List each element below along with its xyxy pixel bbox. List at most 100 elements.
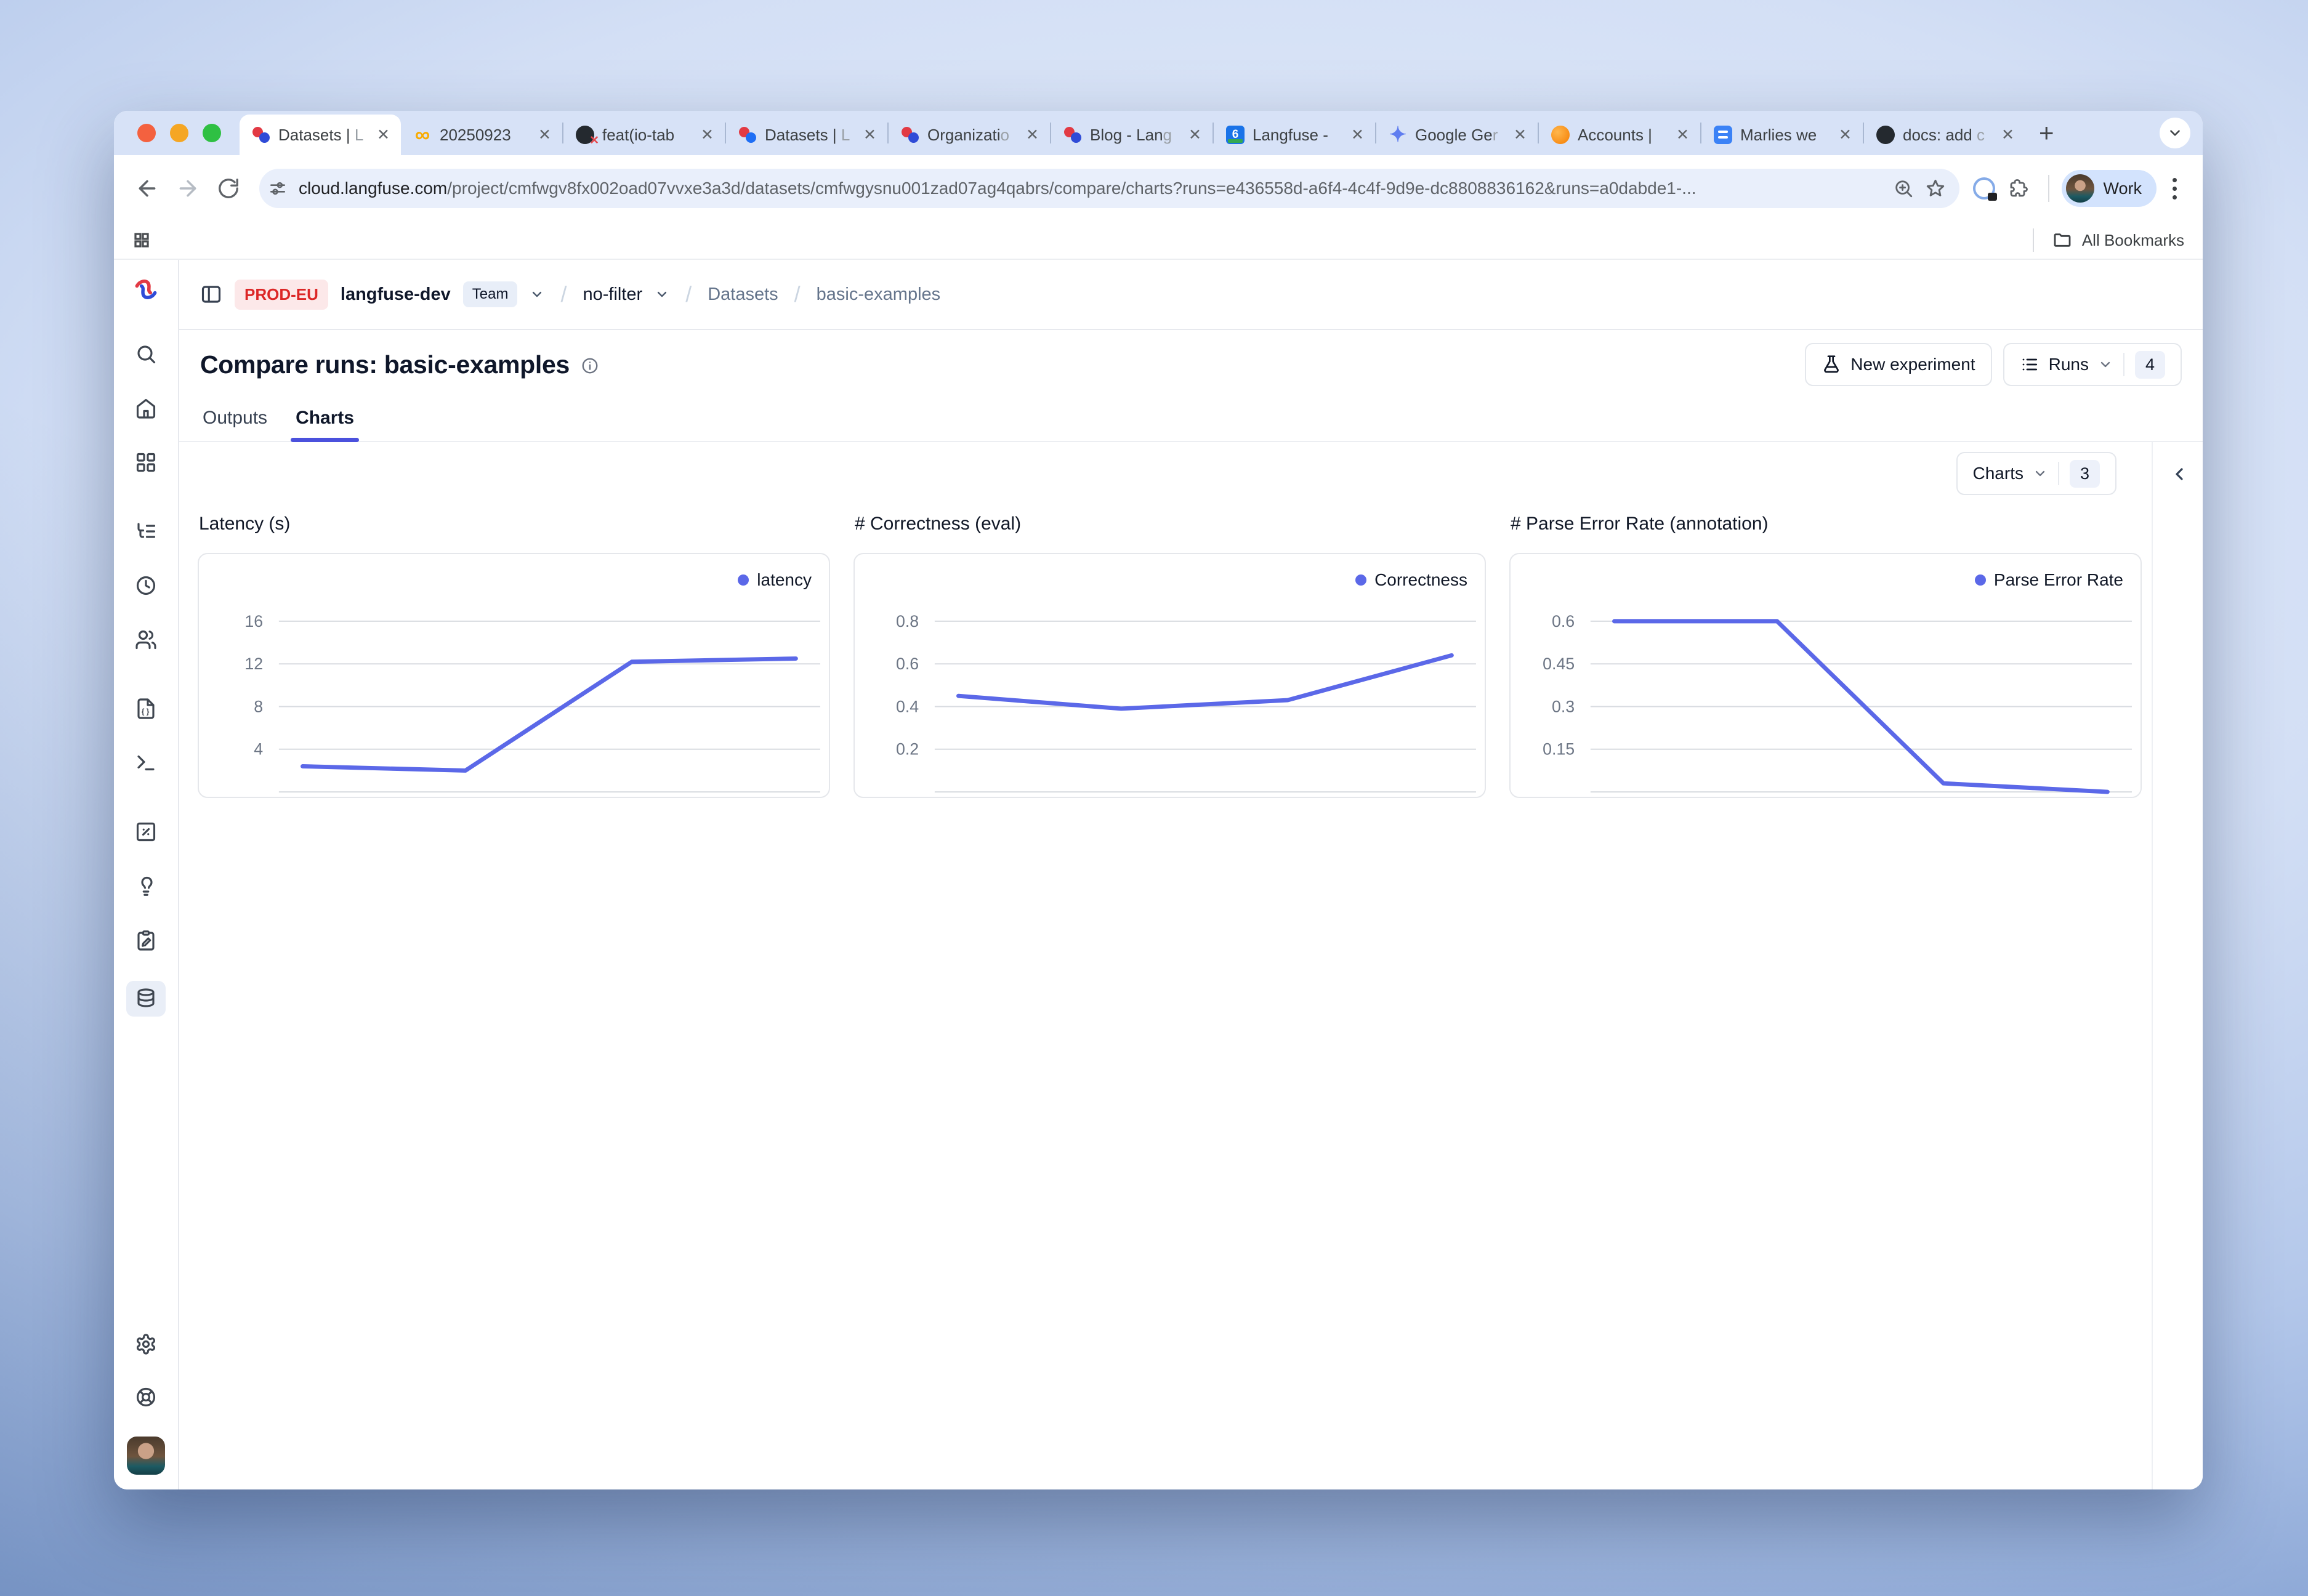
browser-tab-11[interactable]: docs: add c ✕	[1864, 115, 2025, 155]
profile-chip[interactable]: Work	[2062, 170, 2157, 207]
info-icon[interactable]	[581, 357, 599, 375]
sidebar-item-playground[interactable]	[126, 749, 166, 776]
browser-tab-10[interactable]: Marlies we✕	[1701, 115, 1863, 155]
browser-tab-1[interactable]: Datasets | L ✕	[240, 115, 401, 155]
browser-tab-9[interactable]: Accounts |✕	[1539, 115, 1700, 155]
chart-card[interactable]: Correctness 0.80.60.40.2	[853, 553, 1486, 798]
sidebar-item-settings[interactable]	[126, 1331, 166, 1358]
close-tab-icon[interactable]: ✕	[1674, 126, 1692, 144]
sidebar-item-insights[interactable]	[126, 873, 166, 900]
langfuse-sync-favicon	[738, 126, 757, 144]
cal-favicon: 6	[1226, 126, 1245, 144]
close-tab-icon[interactable]: ✕	[1511, 126, 1529, 144]
charts-dropdown-button[interactable]: Charts 3	[1956, 452, 2117, 495]
sidebar-item-dashboards[interactable]	[126, 449, 166, 476]
chevron-down-icon	[2167, 125, 2183, 141]
browser-menu-button[interactable]	[2163, 178, 2187, 200]
close-tab-icon[interactable]: ✕	[1023, 126, 1041, 144]
sidebar-item-annotation[interactable]	[126, 927, 166, 954]
sidebar-item-support[interactable]	[126, 1384, 166, 1411]
panel-toggle-button[interactable]	[200, 283, 222, 305]
profile-label: Work	[2103, 179, 2142, 198]
y-tick-label: 0.4	[896, 697, 919, 715]
bookmark-star-icon[interactable]	[1925, 178, 1946, 199]
new-tab-button[interactable]: +	[2025, 120, 2068, 146]
user-avatar[interactable]	[127, 1437, 165, 1475]
new-experiment-button[interactable]: New experiment	[1805, 343, 1991, 386]
app-sidebar: { }	[114, 260, 179, 1489]
home-icon	[135, 397, 157, 419]
tune-icon[interactable]	[268, 179, 288, 198]
sidebar-item-datasets[interactable]	[126, 981, 166, 1017]
sidebar-item-home[interactable]	[126, 395, 166, 422]
reload-button[interactable]	[211, 171, 246, 206]
close-tab-icon[interactable]: ✕	[1836, 126, 1854, 144]
minimize-window-button[interactable]	[170, 124, 188, 142]
org-switcher-button[interactable]	[530, 287, 544, 302]
back-button[interactable]	[130, 171, 164, 206]
close-tab-icon[interactable]: ✕	[1999, 126, 2017, 144]
line-chart-svg: 161284	[199, 554, 829, 797]
sidebar-item-evaluation[interactable]	[126, 818, 166, 845]
close-tab-icon[interactable]: ✕	[861, 126, 879, 144]
sidebar-item-sessions[interactable]	[126, 572, 166, 599]
panel-divider	[2152, 442, 2153, 1489]
extensions-button[interactable]	[2001, 171, 2036, 206]
close-tab-icon[interactable]: ✕	[536, 126, 554, 144]
langfuse-logo[interactable]	[132, 276, 159, 306]
address-bar[interactable]: cloud.langfuse.com/project/cmfwgv8fx002o…	[259, 169, 1959, 208]
close-window-button[interactable]	[137, 124, 156, 142]
close-tab-icon[interactable]: ✕	[1186, 126, 1204, 144]
project-name[interactable]: no-filter	[583, 284, 642, 305]
breadcrumb-dataset-link[interactable]: basic-examples	[817, 284, 940, 305]
collapse-panel-button[interactable]	[2169, 464, 2189, 484]
all-bookmarks-button[interactable]: All Bookmarks	[2082, 231, 2184, 250]
tab-outputs[interactable]: Outputs	[203, 408, 267, 441]
database-icon	[135, 988, 157, 1010]
sidebar-item-traces[interactable]	[126, 518, 166, 545]
desktop-wallpaper: { "colors": { "accent_blue": "#4b51dd", …	[0, 0, 2308, 1596]
tab-title: docs: add c	[1903, 126, 1991, 145]
privacy-extension-icon[interactable]	[1973, 177, 1995, 200]
close-tab-icon[interactable]: ✕	[1349, 126, 1366, 144]
dashboard-icon	[135, 451, 157, 474]
browser-tab-3[interactable]: feat(io-tab✕	[563, 115, 725, 155]
page-tabs: Outputs Charts	[179, 399, 2203, 442]
runs-dropdown-button[interactable]: Runs 4	[2003, 343, 2182, 386]
org-name[interactable]: langfuse-dev	[341, 284, 451, 305]
breadcrumb: PROD-EU langfuse-dev Team / no-filter / …	[179, 260, 2203, 330]
forward-button[interactable]	[171, 171, 205, 206]
chart-card[interactable]: latency 161284	[198, 553, 830, 798]
y-tick-label: 8	[254, 697, 263, 715]
close-tab-icon[interactable]: ✕	[698, 126, 716, 144]
chart-legend: Correctness	[1355, 570, 1467, 590]
y-tick-label: 0.8	[896, 612, 919, 631]
charts-content: Charts 3 Latency (s) latency 161284	[179, 442, 2203, 1489]
browser-tab-7[interactable]: 6Langfuse -✕	[1214, 115, 1375, 155]
breadcrumb-datasets-link[interactable]: Datasets	[708, 284, 778, 305]
browser-tab-6[interactable]: Blog - Lang ✕	[1051, 115, 1213, 155]
svg-text:{ }: { }	[142, 707, 150, 715]
chart-card[interactable]: Parse Error Rate 0.60.450.30.15	[1509, 553, 2142, 798]
zoom-window-button[interactable]	[203, 124, 221, 142]
tab-title: Blog - Lang	[1090, 126, 1178, 145]
browser-tab-2[interactable]: ∞20250923 ✕	[401, 115, 562, 155]
browser-tab-5[interactable]: Organizatio✕	[889, 115, 1050, 155]
apps-grid-icon[interactable]	[132, 231, 151, 249]
browser-tab-8[interactable]: ✦Google Ger✕	[1376, 115, 1538, 155]
project-switcher-button[interactable]	[655, 287, 669, 302]
langfuse-app: { } PROD-EU langfuse-dev Team	[114, 260, 2203, 1489]
sidebar-item-search[interactable]	[126, 341, 166, 368]
colab-favicon: ∞	[413, 126, 432, 144]
legend-dot	[738, 574, 749, 586]
tab-title: Datasets | L	[278, 126, 366, 145]
close-tab-icon[interactable]: ✕	[374, 126, 392, 144]
browser-tab-4[interactable]: Datasets | L✕	[726, 115, 887, 155]
sidebar-item-users[interactable]	[126, 626, 166, 653]
tab-charts[interactable]: Charts	[296, 408, 354, 441]
sidebar-item-prompts[interactable]: { }	[126, 695, 166, 722]
zoom-in-icon[interactable]	[1893, 178, 1914, 199]
tab-search-button[interactable]	[2160, 118, 2190, 148]
github-x-favicon	[576, 126, 594, 144]
y-tick-label: 4	[254, 740, 263, 759]
